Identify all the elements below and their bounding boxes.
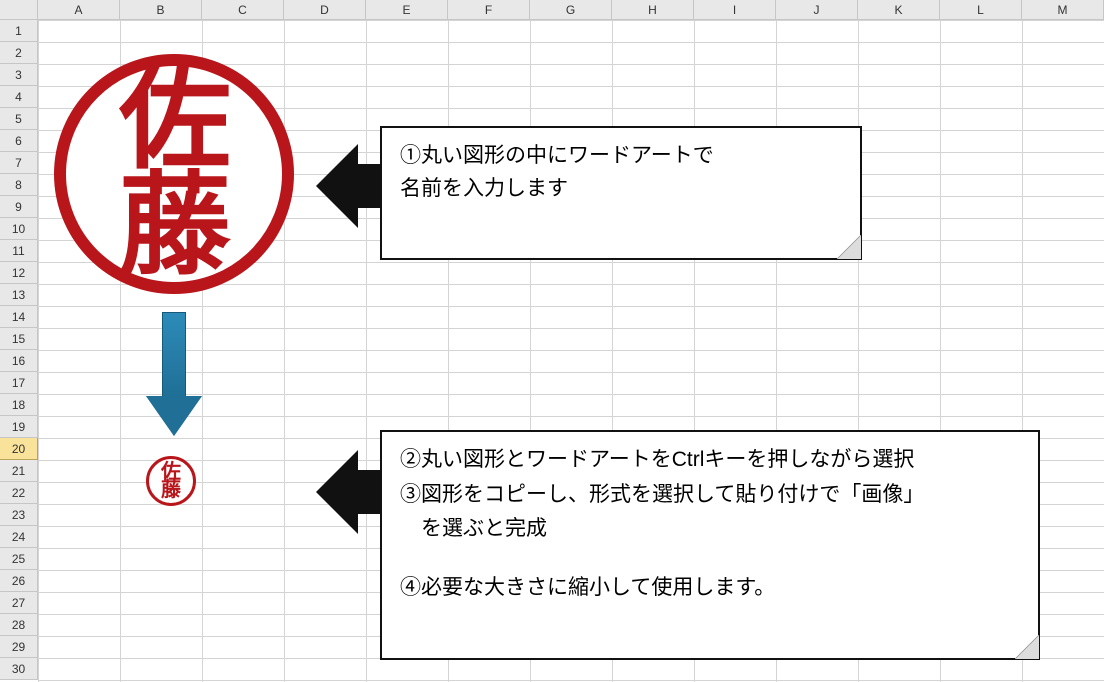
col-header[interactable]: J	[776, 0, 858, 20]
col-header[interactable]: D	[284, 0, 366, 20]
row-header[interactable]: 10	[0, 218, 38, 240]
row-header[interactable]: 4	[0, 86, 38, 108]
row-header[interactable]: 14	[0, 306, 38, 328]
row-header[interactable]: 24	[0, 526, 38, 548]
row-header[interactable]: 22	[0, 482, 38, 504]
stamp-text: 佐 藤	[161, 463, 181, 499]
left-arrow-icon	[316, 144, 386, 228]
row-header[interactable]: 28	[0, 614, 38, 636]
row-header[interactable]: 29	[0, 636, 38, 658]
spreadsheet-sheet: A B C D E F G H I J K L M 12345678910111…	[0, 0, 1104, 682]
callout-line: ①丸い図形の中にワードアートで	[400, 140, 842, 173]
col-header[interactable]: E	[366, 0, 448, 20]
col-header[interactable]: I	[694, 0, 776, 20]
row-header[interactable]: 6	[0, 130, 38, 152]
callout-line: を選ぶと完成	[400, 513, 1020, 546]
row-header[interactable]: 20	[0, 438, 38, 460]
stamp-line: 佐	[119, 68, 229, 174]
row-header[interactable]: 17	[0, 372, 38, 394]
callout-line: ③図形をコピーし、形式を選択して貼り付けで「画像」	[400, 479, 1020, 512]
left-arrow-icon	[316, 450, 386, 534]
stamp-line: 藤	[161, 481, 181, 499]
col-header[interactable]: H	[612, 0, 694, 20]
col-header[interactable]: B	[120, 0, 202, 20]
row-header[interactable]: 13	[0, 284, 38, 306]
row-header[interactable]: 25	[0, 548, 38, 570]
row-header[interactable]: 18	[0, 394, 38, 416]
stamp-line: 藤	[119, 174, 229, 280]
row-header[interactable]: 2	[0, 42, 38, 64]
row-header[interactable]: 15	[0, 328, 38, 350]
column-headers: A B C D E F G H I J K L M	[0, 0, 1104, 20]
row-header[interactable]: 19	[0, 416, 38, 438]
callout-line: ②丸い図形とワードアートをCtrlキーを押しながら選択	[400, 444, 1020, 477]
select-all-corner[interactable]	[0, 0, 38, 20]
row-header[interactable]: 16	[0, 350, 38, 372]
col-header[interactable]: G	[530, 0, 612, 20]
col-header[interactable]: A	[38, 0, 120, 20]
col-header[interactable]: L	[940, 0, 1022, 20]
callout-note-2[interactable]: ②丸い図形とワードアートをCtrlキーを押しながら選択 ③図形をコピーし、形式を…	[380, 430, 1040, 660]
stamp-text: 佐 藤	[119, 68, 229, 281]
callout-line: 名前を入力します	[400, 173, 842, 206]
callout-note-1[interactable]: ①丸い図形の中にワードアートで 名前を入力します	[380, 126, 862, 260]
row-header[interactable]: 8	[0, 174, 38, 196]
row-header[interactable]: 30	[0, 658, 38, 680]
col-header[interactable]: F	[448, 0, 530, 20]
hanko-stamp-small[interactable]: 佐 藤	[146, 456, 196, 506]
row-headers: 1234567891011121314151617181920212223242…	[0, 20, 38, 680]
col-header[interactable]: K	[858, 0, 940, 20]
row-header[interactable]: 26	[0, 570, 38, 592]
row-header[interactable]: 9	[0, 196, 38, 218]
row-header[interactable]: 11	[0, 240, 38, 262]
callout-line: ④必要な大きさに縮小して使用します。	[400, 572, 1020, 605]
down-arrow-icon	[146, 312, 202, 438]
row-header[interactable]: 5	[0, 108, 38, 130]
col-header[interactable]: M	[1022, 0, 1104, 20]
row-header[interactable]: 27	[0, 592, 38, 614]
row-header[interactable]: 12	[0, 262, 38, 284]
row-header[interactable]: 21	[0, 460, 38, 482]
hanko-stamp-large[interactable]: 佐 藤	[54, 54, 294, 294]
row-header[interactable]: 7	[0, 152, 38, 174]
row-header[interactable]: 23	[0, 504, 38, 526]
row-header[interactable]: 3	[0, 64, 38, 86]
col-header[interactable]: C	[202, 0, 284, 20]
row-header[interactable]: 1	[0, 20, 38, 42]
